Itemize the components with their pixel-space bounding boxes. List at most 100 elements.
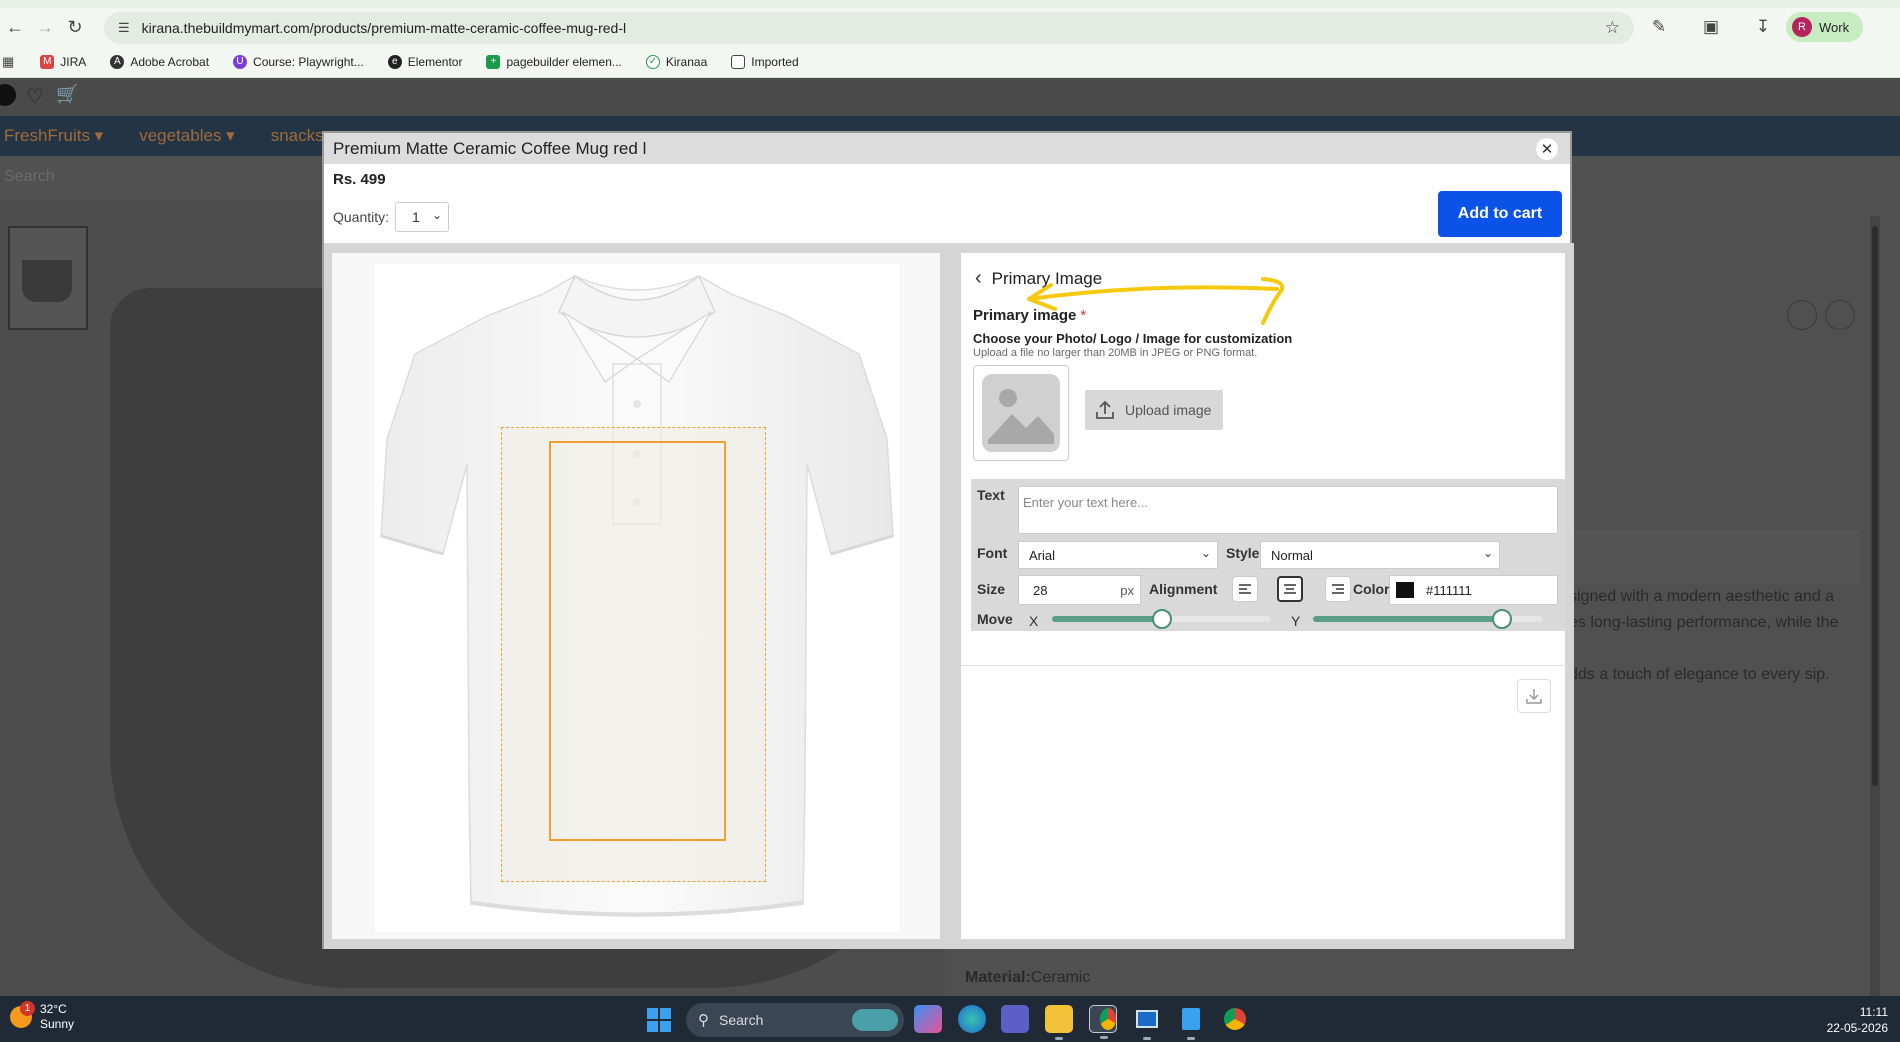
tab-search-icon[interactable]: ▣ bbox=[1696, 12, 1726, 42]
move-label: Move bbox=[977, 611, 1013, 627]
description-line-3: dds a touch of elegance to every sip. bbox=[1569, 666, 1830, 683]
bookmark-imported-folder[interactable]: Imported bbox=[731, 54, 799, 69]
chrome-icon[interactable] bbox=[1089, 1005, 1117, 1039]
close-icon[interactable]: ✕ bbox=[1536, 138, 1558, 160]
folder-icon bbox=[731, 54, 746, 69]
search-highlight-image bbox=[852, 1009, 898, 1031]
customizer-area: ‹ Primary Image Primary image * Choose yo… bbox=[324, 243, 1574, 949]
align-right-button[interactable] bbox=[1325, 576, 1351, 602]
profile-button[interactable]: R Work bbox=[1786, 12, 1864, 42]
move-x-handle[interactable] bbox=[1151, 609, 1172, 629]
color-label: Color bbox=[1353, 581, 1390, 597]
cart-icon[interactable]: 🛒 bbox=[56, 84, 78, 105]
temperature: 32°C bbox=[40, 1002, 67, 1016]
preview-pane bbox=[330, 251, 942, 941]
color-swatch[interactable] bbox=[1396, 582, 1414, 598]
edge-icon[interactable] bbox=[958, 1005, 986, 1033]
y-label: Y bbox=[1291, 613, 1301, 629]
scrollbar-thumb[interactable] bbox=[1872, 226, 1878, 786]
taskbar-search[interactable]: ⚲ Search bbox=[686, 1003, 904, 1037]
bookmark-star-icon[interactable]: ☆ bbox=[1605, 18, 1620, 38]
course-icon: U bbox=[233, 54, 248, 69]
required-mark: * bbox=[1080, 307, 1087, 324]
primary-image-label: Primary image * bbox=[973, 307, 1086, 324]
teams-icon[interactable] bbox=[1001, 1005, 1029, 1033]
reload-icon[interactable]: ↻ bbox=[60, 12, 90, 42]
move-y-handle[interactable] bbox=[1491, 609, 1512, 629]
bookmark-kiranaa[interactable]: ✓ Kiranaa bbox=[645, 54, 707, 69]
share-icon[interactable] bbox=[1787, 300, 1817, 330]
font-select[interactable]: Arial ⌄ bbox=[1018, 541, 1218, 569]
bookmark-elementor[interactable]: e Elementor bbox=[387, 54, 462, 69]
align-left-icon bbox=[1239, 584, 1251, 594]
editor-pane: ‹ Primary Image Primary image * Choose yo… bbox=[959, 251, 1567, 941]
font-label: Font bbox=[977, 545, 1008, 561]
text-label: Text bbox=[977, 487, 1005, 503]
apps-grid-icon[interactable]: ▦ bbox=[2, 54, 14, 70]
start-icon[interactable] bbox=[647, 1008, 671, 1032]
system-clock[interactable]: 11:11 22-05-2026 bbox=[1827, 1004, 1888, 1036]
move-y-slider[interactable] bbox=[1313, 609, 1543, 629]
quantity-select[interactable]: 1 ⌄ bbox=[395, 202, 449, 232]
downloads-icon[interactable]: ↧ bbox=[1748, 12, 1778, 42]
product-thumbnail[interactable] bbox=[8, 226, 88, 330]
taskbar-search-label: Search bbox=[719, 1012, 764, 1028]
align-center-icon bbox=[1284, 584, 1296, 594]
align-right-icon bbox=[1332, 584, 1344, 594]
extensions-icon[interactable]: ✎ bbox=[1644, 12, 1674, 42]
add-to-cart-button[interactable]: Add to cart bbox=[1438, 191, 1562, 237]
primary-image-label-text: Primary image bbox=[973, 307, 1077, 324]
bookmark-pagebuilder[interactable]: + pagebuilder elemen... bbox=[486, 54, 622, 69]
description-line-1: signed with a modern aesthetic and a bbox=[1569, 588, 1835, 605]
material-label: Material: bbox=[965, 969, 1031, 986]
move-y-fill bbox=[1313, 616, 1502, 622]
forward-icon[interactable]: → bbox=[30, 12, 60, 42]
window-app-logo bbox=[1136, 1010, 1158, 1028]
notepad-icon[interactable] bbox=[1177, 1005, 1205, 1040]
chrome-profile-icon[interactable] bbox=[1221, 1005, 1249, 1033]
file-explorer-icon[interactable] bbox=[1045, 1005, 1073, 1040]
avatar: R bbox=[1792, 17, 1812, 37]
bookmark-jira[interactable]: M JIRA bbox=[40, 54, 86, 69]
print-area-selection[interactable] bbox=[549, 441, 726, 841]
text-input[interactable]: Enter your text here... bbox=[1018, 486, 1558, 534]
upload-hint: Upload a file no larger than 20MB in JPE… bbox=[973, 347, 1258, 359]
nav-vegetables[interactable]: vegetables ▾ bbox=[139, 126, 234, 146]
chevron-down-icon: ⌄ bbox=[431, 208, 442, 222]
page-scrollbar[interactable] bbox=[1870, 216, 1880, 996]
tshirt-canvas[interactable] bbox=[375, 264, 899, 932]
download-button[interactable] bbox=[1517, 679, 1551, 713]
wishlist-icon[interactable]: ♡ bbox=[26, 84, 44, 109]
chrome-profile-logo bbox=[1224, 1008, 1246, 1030]
gmail-icon: M bbox=[40, 54, 55, 69]
color-input[interactable]: #111111 bbox=[1389, 575, 1558, 605]
compare-icon[interactable] bbox=[1825, 300, 1855, 330]
url-text: kirana.thebuildmymart.com/products/premi… bbox=[141, 20, 627, 36]
site-info-icon[interactable]: ☰ bbox=[118, 20, 130, 36]
move-x-slider[interactable] bbox=[1052, 609, 1271, 629]
bookmark-playwright-course[interactable]: U Course: Playwright... bbox=[233, 54, 364, 69]
font-size-unit: px bbox=[1120, 583, 1134, 598]
style-select[interactable]: Normal ⌄ bbox=[1260, 541, 1500, 569]
align-center-button[interactable] bbox=[1277, 576, 1303, 602]
chevron-left-icon: ‹ bbox=[975, 267, 982, 289]
font-value: Arial bbox=[1029, 547, 1056, 563]
store-header: ♡ 🛒 bbox=[0, 78, 1900, 116]
bookmarks-bar: ▦ M JIRA A Adobe Acrobat U Course: Playwrig… bbox=[0, 46, 1900, 78]
align-left-button[interactable] bbox=[1232, 576, 1258, 602]
back-icon[interactable]: ← bbox=[0, 12, 30, 42]
size-label: Size bbox=[977, 581, 1006, 597]
move-x-fill bbox=[1052, 616, 1162, 622]
customize-modal: Premium Matte Ceramic Coffee Mug red l ✕… bbox=[322, 131, 1574, 949]
weather-widget[interactable]: 1 32°C Sunny bbox=[10, 1001, 74, 1032]
check-icon: ✓ bbox=[645, 54, 660, 69]
font-size-input[interactable]: 28 px bbox=[1018, 575, 1141, 605]
copilot-icon[interactable] bbox=[914, 1005, 942, 1033]
window-app-icon[interactable] bbox=[1133, 1005, 1161, 1040]
bookmark-adobe-acrobat[interactable]: A Adobe Acrobat bbox=[110, 54, 209, 69]
image-placeholder[interactable] bbox=[973, 365, 1069, 461]
address-bar[interactable]: ☰ kirana.thebuildmymart.com/products/pre… bbox=[104, 12, 1634, 44]
nav-freshfruits[interactable]: FreshFruits ▾ bbox=[4, 126, 103, 146]
taskbar: 1 32°C Sunny ⚲ Search 11:11 22-05-2026 bbox=[0, 996, 1900, 1042]
upload-image-button[interactable]: Upload image bbox=[1085, 390, 1223, 430]
